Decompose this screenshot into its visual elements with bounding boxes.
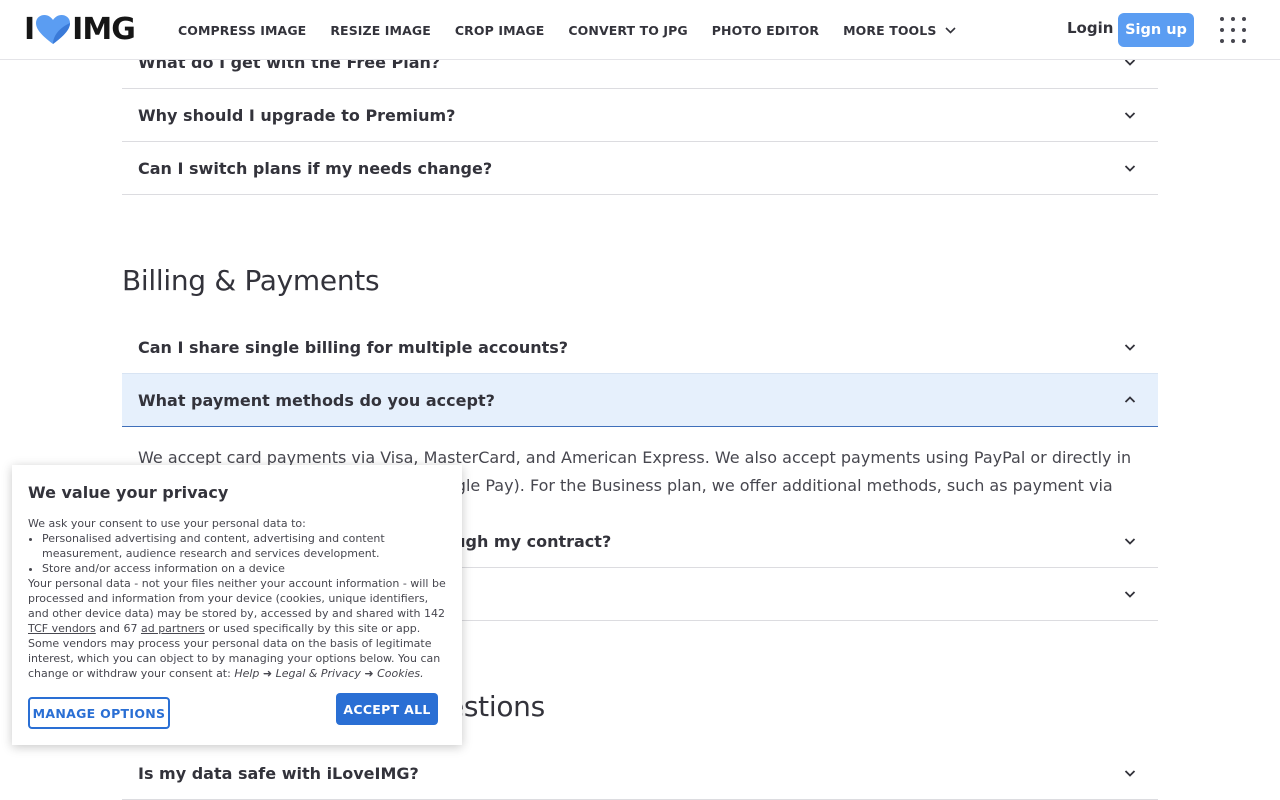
cookie-consent-panel: We value your privacy We ask your consen…: [12, 465, 462, 745]
faq-question: Is my data safe with iLoveIMG?: [138, 763, 419, 783]
chevron-down-icon: [1124, 112, 1136, 119]
accept-all-button[interactable]: ACCEPT ALL: [336, 693, 438, 725]
cookie-body: Your personal data - not your files neit…: [28, 576, 446, 681]
chevron-up-icon: [1124, 396, 1136, 403]
cookie-body-text-2: and 67: [95, 622, 141, 635]
ad-partners-link[interactable]: ad partners: [141, 622, 205, 635]
faq-question: Can I share single billing for multiple …: [138, 337, 569, 357]
faq-question: Why should I upgrade to Premium?: [138, 105, 456, 125]
apps-grid-icon[interactable]: [1220, 17, 1246, 43]
heart-icon: [36, 15, 71, 44]
nav-crop-image[interactable]: CROP IMAGE: [455, 23, 545, 38]
chevron-down-icon: [1124, 344, 1136, 351]
cookie-intro: We ask your consent to use your personal…: [28, 517, 306, 530]
login-link[interactable]: Login: [1067, 19, 1113, 37]
faq-question: Can I switch plans if my needs change?: [138, 158, 493, 178]
tcf-vendors-link[interactable]: TCF vendors: [28, 622, 96, 635]
cookie-title: We value your privacy: [28, 483, 229, 502]
signup-button[interactable]: Sign up: [1118, 13, 1194, 47]
cookie-purpose-item: Personalised advertising and content, ad…: [42, 531, 446, 561]
faq-item-payment-methods[interactable]: What payment methods do you accept?: [122, 373, 1158, 427]
nav-resize-image[interactable]: RESIZE IMAGE: [330, 23, 431, 38]
section-title-billing: Billing & Payments: [122, 264, 380, 297]
chevron-down-icon: [1124, 591, 1136, 598]
logo-text-left: I: [24, 12, 35, 47]
nav-photo-editor[interactable]: PHOTO EDITOR: [712, 23, 819, 38]
cookie-purposes-list: Personalised advertising and content, ad…: [28, 531, 446, 576]
chevron-down-icon: [1124, 165, 1136, 172]
chevron-down-icon: [945, 26, 957, 34]
faq-question: What payment methods do you accept?: [138, 390, 495, 410]
faq-item-shared-billing[interactable]: Can I share single billing for multiple …: [122, 321, 1158, 374]
cookie-body-text-1: Your personal data - not your files neit…: [28, 577, 446, 620]
nav-more-tools-label: MORE TOOLS: [843, 22, 937, 38]
ilovimg-logo[interactable]: I IMG: [24, 12, 136, 47]
cookie-purpose-item: Store and/or access information on a dev…: [42, 561, 446, 576]
main-nav: COMPRESS IMAGE RESIZE IMAGE CROP IMAGE C…: [178, 0, 980, 60]
nav-more-tools[interactable]: MORE TOOLS: [843, 22, 957, 38]
nav-compress-image[interactable]: COMPRESS IMAGE: [178, 23, 306, 38]
faq-item-upgrade-premium[interactable]: Why should I upgrade to Premium?: [122, 89, 1158, 142]
faq-item-data-safe[interactable]: Is my data safe with iLoveIMG?: [122, 747, 1158, 800]
top-navbar: I IMG COMPRESS IMAGE RESIZE IMAGE CROP I…: [0, 0, 1280, 60]
cookie-settings-path: Help ➜ Legal & Privacy ➜ Cookies.: [234, 667, 424, 680]
manage-options-button[interactable]: MANAGE OPTIONS: [28, 697, 170, 729]
chevron-down-icon: [1124, 538, 1136, 545]
logo-text-right: IMG: [72, 12, 136, 47]
chevron-down-icon: [1124, 770, 1136, 777]
faq-item-switch-plans[interactable]: Can I switch plans if my needs change?: [122, 142, 1158, 195]
nav-convert-to-jpg[interactable]: CONVERT TO JPG: [568, 23, 687, 38]
